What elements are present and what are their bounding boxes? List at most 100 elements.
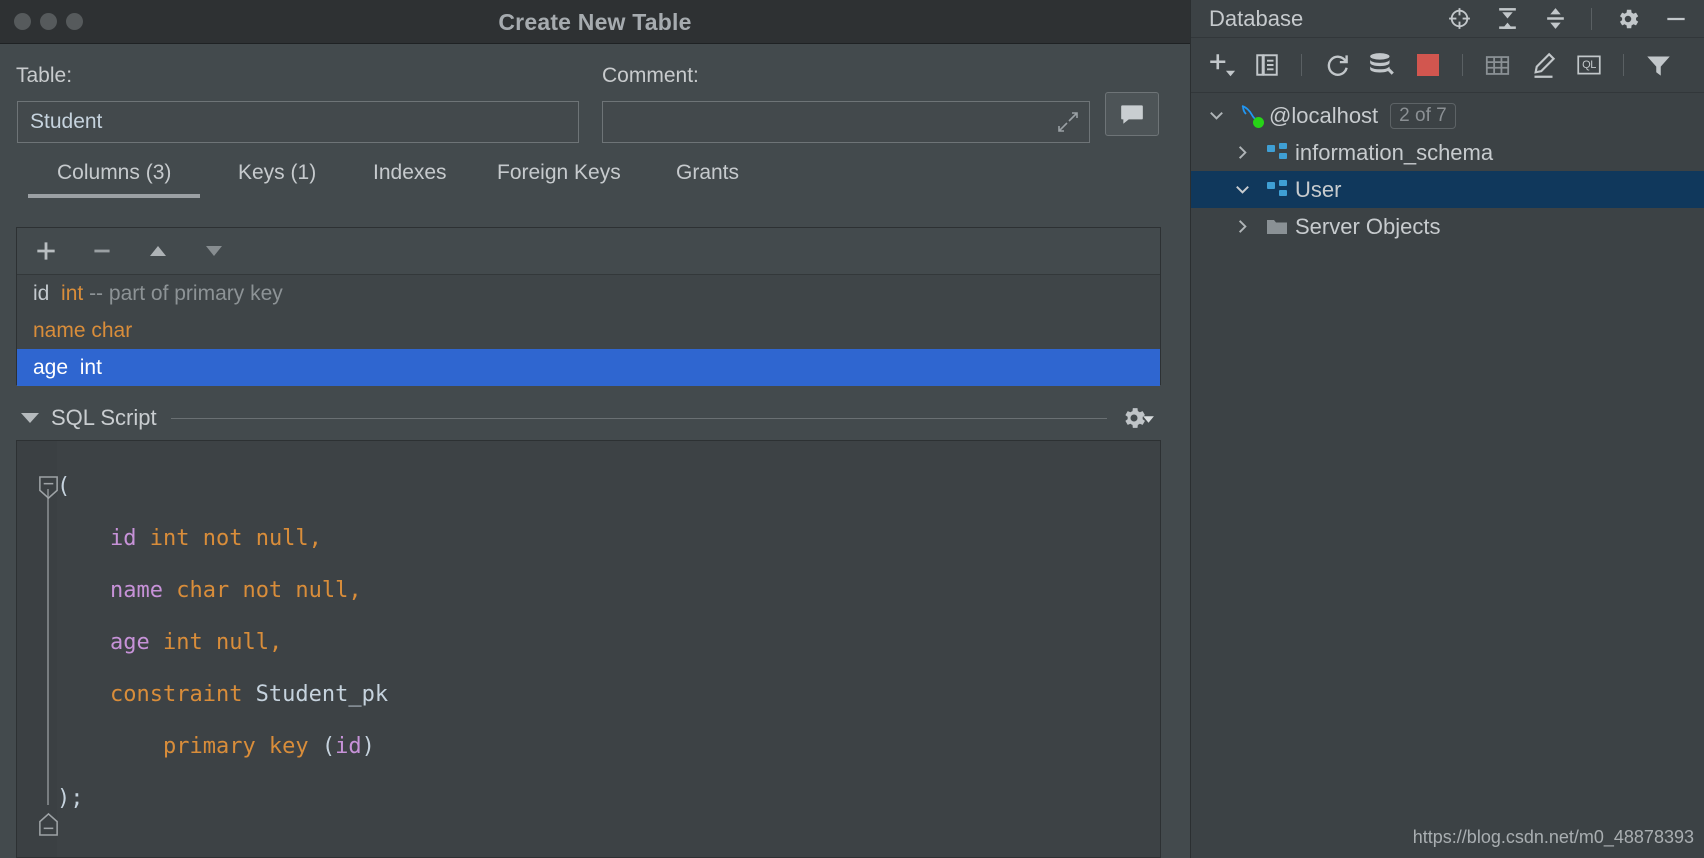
- tree-item-server-objects[interactable]: Server Objects: [1191, 208, 1704, 245]
- sql-script-header[interactable]: SQL Script: [16, 400, 1161, 436]
- add-new-icon[interactable]: [1205, 49, 1237, 81]
- column-name: name: [33, 318, 86, 342]
- sql-token: ): [361, 734, 375, 759]
- table-label: Table:: [16, 64, 73, 87]
- sql-token: id: [109, 526, 137, 551]
- sql-token: (: [57, 474, 71, 499]
- datasource-properties-icon[interactable]: [1366, 49, 1398, 81]
- sql-token: );: [57, 786, 84, 811]
- chevron-right-icon[interactable]: [1225, 217, 1259, 236]
- database-tool-window: Database QL @localhost 2 of 7 informatio…: [1190, 0, 1704, 858]
- table-name-value: Student: [30, 110, 103, 133]
- table-row[interactable]: name char: [17, 312, 1160, 349]
- chevron-right-icon[interactable]: [1225, 143, 1259, 162]
- columns-list: id int -- part of primary key name char …: [17, 275, 1160, 386]
- table-name-input[interactable]: Student: [17, 101, 579, 143]
- chevron-down-icon[interactable]: [1199, 106, 1233, 125]
- sql-token: constraint: [109, 682, 243, 707]
- column-comment: -- part of primary key: [89, 281, 283, 305]
- chevron-down-icon[interactable]: [21, 413, 39, 423]
- sql-line: age int null,: [57, 617, 1160, 669]
- expand-all-icon[interactable]: [1491, 3, 1523, 35]
- chevron-down-icon[interactable]: [1225, 180, 1259, 199]
- divider: [1591, 7, 1592, 30]
- app-root: Create New Table Table: Student Comment:: [0, 0, 1704, 858]
- database-panel-title: Database: [1209, 5, 1304, 31]
- sql-token: Student_pk: [242, 682, 389, 707]
- database-panel-header: Database: [1191, 0, 1704, 38]
- sql-line: );: [57, 773, 1160, 825]
- table-editor-icon[interactable]: [1481, 49, 1513, 81]
- filter-icon[interactable]: [1642, 49, 1674, 81]
- sql-script-editor[interactable]: ( id int not null, name char not null, a…: [16, 440, 1161, 858]
- gear-icon[interactable]: [1612, 3, 1644, 35]
- status-badge: 2 of 7: [1390, 102, 1456, 129]
- expand-arrows-icon[interactable]: [1057, 111, 1079, 133]
- tab-grants[interactable]: Grants: [676, 157, 739, 189]
- query-console-icon[interactable]: QL: [1573, 49, 1605, 81]
- dialog-fields: Table: Student Comment:: [0, 44, 1190, 152]
- column-type: int: [61, 281, 84, 305]
- tree-item-information-schema[interactable]: information_schema: [1191, 134, 1704, 171]
- comment-input[interactable]: [602, 101, 1090, 143]
- dialog-title: Create New Table: [498, 9, 692, 35]
- hide-icon[interactable]: [1660, 3, 1692, 35]
- tab-indexes[interactable]: Indexes: [373, 157, 447, 189]
- sql-token: char not null,: [176, 578, 362, 603]
- add-column-button[interactable]: [31, 236, 61, 266]
- remove-column-button[interactable]: [87, 236, 117, 266]
- tab-foreign-keys[interactable]: Foreign Keys: [497, 157, 621, 189]
- move-up-button[interactable]: [143, 236, 173, 266]
- tree-item-label: information_schema: [1295, 139, 1494, 165]
- dialog-tabs: Columns (3) Keys (1) Indexes Foreign Key…: [0, 154, 1190, 200]
- sql-line: primary key (id): [57, 721, 1160, 773]
- code-fold-line: [47, 489, 49, 805]
- sql-token: int not null,: [149, 526, 322, 551]
- columns-toolbar: [17, 228, 1160, 275]
- table-row[interactable]: id int -- part of primary key: [17, 275, 1160, 312]
- sql-code: ( id int not null, name char not null, a…: [57, 461, 1160, 857]
- sql-token: name: [109, 578, 163, 603]
- create-new-table-dialog: Create New Table Table: Student Comment:: [0, 0, 1190, 858]
- tree-item-label: @localhost: [1269, 102, 1379, 128]
- tab-columns[interactable]: Columns (3): [27, 157, 201, 198]
- gear-dropdown-icon[interactable]: [1107, 404, 1161, 432]
- divider: [1623, 54, 1624, 76]
- duplicate-icon[interactable]: [1251, 49, 1283, 81]
- sql-token: id: [335, 734, 362, 759]
- column-name: id: [33, 281, 50, 305]
- sql-line: (: [57, 461, 1160, 513]
- watermark-text: https://blog.csdn.net/m0_48878393: [1412, 827, 1694, 847]
- tree-item-label: Server Objects: [1295, 213, 1441, 239]
- divider: [170, 417, 1107, 419]
- modify-icon[interactable]: [1527, 49, 1559, 81]
- sql-line: constraint Student_pk: [57, 669, 1160, 721]
- tree-item-user[interactable]: User: [1191, 171, 1704, 208]
- collapse-all-icon[interactable]: [1539, 3, 1571, 35]
- refresh-icon[interactable]: [1320, 49, 1352, 81]
- move-down-button[interactable]: [199, 236, 229, 266]
- tree-item-label: User: [1295, 176, 1342, 202]
- schema-icon: [1259, 141, 1295, 165]
- editor-gutter: [17, 441, 57, 857]
- stop-icon[interactable]: [1412, 49, 1444, 81]
- scroll-from-source-icon[interactable]: [1443, 3, 1475, 35]
- table-row[interactable]: age int: [17, 349, 1160, 386]
- schema-icon: [1259, 178, 1295, 202]
- folder-icon: [1259, 215, 1295, 239]
- mysql-dolphin-icon: [1233, 103, 1269, 129]
- database-tree: @localhost 2 of 7 information_schema Use…: [1191, 93, 1704, 245]
- database-toolbar: QL: [1191, 38, 1704, 93]
- sql-line: name char not null,: [57, 565, 1160, 617]
- tab-keys[interactable]: Keys (1): [238, 157, 316, 189]
- sql-script-label: SQL Script: [51, 405, 157, 430]
- sql-token: age: [109, 630, 150, 655]
- comment-toggle-button[interactable]: [1105, 92, 1159, 136]
- tree-item-localhost[interactable]: @localhost 2 of 7: [1191, 97, 1704, 134]
